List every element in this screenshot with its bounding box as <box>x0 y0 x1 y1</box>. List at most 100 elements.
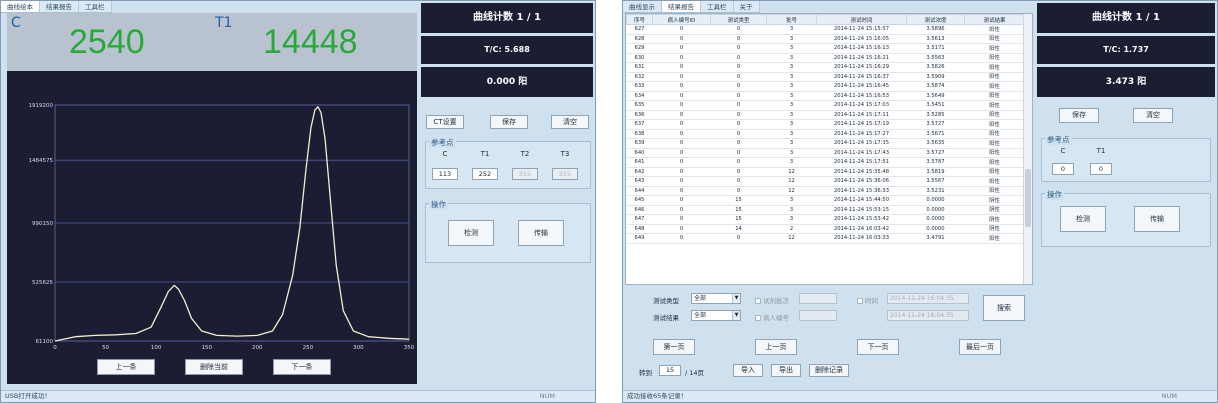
table-row[interactable]: 641 0 0 3 2014-11-24 15:17:51 3.5787 阳性 <box>626 157 1025 168</box>
table-row[interactable]: 635 0 0 3 2014-11-24 15:17:03 3.5451 阳性 <box>626 100 1025 111</box>
table-cell: 0 <box>652 157 711 168</box>
col-header[interactable]: 病人编号ID <box>652 14 711 25</box>
table-cell: 0 <box>652 72 711 82</box>
test-type-label: 测试类型 <box>653 297 679 305</box>
prev-record-button[interactable]: 上一条 <box>97 359 155 375</box>
test-type-select[interactable]: 全部 ▼ <box>691 293 741 304</box>
table-row[interactable]: 627 0 0 3 2014-11-24 15:15:57 3.5896 阳性 <box>626 24 1025 35</box>
table-row[interactable]: 631 0 0 3 2014-11-24 15:16:29 3.5826 阳性 <box>626 62 1025 73</box>
table-row[interactable]: 634 0 0 3 2014-11-24 15:16:53 3.5649 阳性 <box>626 91 1025 101</box>
vertical-scrollbar[interactable] <box>1023 14 1032 284</box>
page-input[interactable]: 15 <box>659 365 681 376</box>
table-cell: 0 <box>652 24 711 35</box>
table-row[interactable]: 636 0 0 3 2014-11-24 15:17:11 3.5285 阳性 <box>626 110 1025 120</box>
batch-checkbox[interactable]: 试剂批次 <box>755 295 789 305</box>
prev-page-button[interactable]: 上一页 <box>755 339 797 355</box>
table-cell: 12 <box>766 167 817 177</box>
transfer-button[interactable]: 传输 <box>518 220 564 246</box>
table-row[interactable]: 647 0 15 3 2014-11-24 15:53:42 0.0000 阴性 <box>626 214 1025 225</box>
table-cell: 2014-11-24 15:17:11 <box>816 110 907 120</box>
table-row[interactable]: 646 0 15 3 2014-11-24 15:53:15 0.0000 阴性 <box>626 205 1025 215</box>
table-cell: 3 <box>766 72 817 82</box>
last-page-button[interactable]: 最后一页 <box>959 339 1001 355</box>
save-button[interactable]: 保存 <box>490 115 528 129</box>
table-cell: 628 <box>626 34 653 44</box>
clear-button[interactable]: 清空 <box>551 115 589 129</box>
table-cell: 0 <box>710 110 767 120</box>
table-cell: 0 <box>710 81 767 92</box>
export-button[interactable]: 导出 <box>771 364 801 377</box>
x-tick-label: 250 <box>303 345 314 351</box>
delete-current-button[interactable]: 删除当前 <box>185 359 243 375</box>
table-row[interactable]: 628 0 0 3 2014-11-24 15:16:05 3.5613 阳性 <box>626 34 1025 44</box>
table-row[interactable]: 637 0 0 3 2014-11-24 15:17:19 3.5727 阳性 <box>626 119 1025 130</box>
status-text: 成功接收65条记录！ <box>627 392 688 400</box>
import-button[interactable]: 导入 <box>733 364 763 377</box>
tab-tools[interactable]: 工具栏 <box>79 1 112 12</box>
tab-report[interactable]: 结果报告 <box>662 1 701 12</box>
table-row[interactable]: 642 0 0 12 2014-11-24 15:35:48 3.5819 阳性 <box>626 167 1025 177</box>
curve-chart: 1919200 1484575 990150 525625 611000 50 100 150… <box>29 103 415 351</box>
table-cell: 0 <box>652 110 711 120</box>
table-row[interactable]: 632 0 0 3 2014-11-24 15:16:37 3.5909 阳性 <box>626 72 1025 82</box>
table-cell: 0 <box>652 91 711 101</box>
col-header[interactable]: 批号 <box>766 14 817 25</box>
table-cell: 647 <box>626 214 653 225</box>
table-row[interactable]: 629 0 0 3 2014-11-24 15:16:13 3.5171 阳性 <box>626 43 1025 54</box>
tab-tools[interactable]: 工具栏 <box>701 1 734 12</box>
detect-button[interactable]: 检测 <box>1060 206 1106 232</box>
col-header[interactable]: 测试类型 <box>710 14 767 25</box>
next-page-button[interactable]: 下一页 <box>857 339 899 355</box>
table-row[interactable]: 649 0 0 12 2014-11-24 16:03:33 3.4791 阳性 <box>626 233 1025 244</box>
table-cell: 12 <box>766 176 817 187</box>
tab-about[interactable]: 关于 <box>734 1 760 12</box>
table-cell: 3.5285 <box>906 110 965 120</box>
table-cell: 0 <box>710 34 767 44</box>
search-button[interactable]: 搜索 <box>983 295 1025 321</box>
table-cell: 0 <box>710 186 767 196</box>
ref-label-t3: T3 <box>560 150 570 158</box>
table-cell: 3.5171 <box>906 43 965 54</box>
table-row[interactable]: 645 0 15 3 2014-11-24 15:44:50 0.0000 阴性 <box>626 195 1025 206</box>
table-row[interactable]: 630 0 0 3 2014-11-24 15:16:21 3.5563 阳性 <box>626 53 1025 63</box>
tab-report[interactable]: 结果报告 <box>40 1 79 12</box>
table-cell: 641 <box>626 157 653 168</box>
table-row[interactable]: 648 0 14 2 2014-11-24 16:03:42 0.0000 阴性 <box>626 224 1025 234</box>
ref-input-t2: 315 <box>512 168 538 180</box>
delete-records-button[interactable]: 删除记录 <box>809 364 849 377</box>
scrollbar-thumb[interactable] <box>1025 169 1031 227</box>
table-cell: 0 <box>652 43 711 54</box>
table-cell: 637 <box>626 119 653 130</box>
table-row[interactable]: 640 0 0 3 2014-11-24 15:17:43 3.5727 阳性 <box>626 148 1025 158</box>
table-row[interactable]: 633 0 0 3 2014-11-24 15:16:45 3.5874 阳性 <box>626 81 1025 92</box>
ref-input-c[interactable]: 0 <box>1052 163 1074 175</box>
tab-curve[interactable]: 曲线绘本 <box>1 1 40 12</box>
table-row[interactable]: 639 0 0 3 2014-11-24 15:17:35 3.5635 阳性 <box>626 138 1025 149</box>
save-button[interactable]: 保存 <box>1059 108 1099 123</box>
detect-button[interactable]: 检测 <box>448 220 494 246</box>
table-cell: 0 <box>710 119 767 130</box>
col-header[interactable]: 测试时间 <box>816 14 907 25</box>
tab-curve[interactable]: 曲线显示 <box>623 1 662 12</box>
table-row[interactable]: 644 0 0 12 2014-11-24 15:36:33 3.5231 阳性 <box>626 186 1025 196</box>
table-row[interactable]: 638 0 0 3 2014-11-24 15:17:27 3.5671 阳性 <box>626 129 1025 139</box>
ref-input-t1[interactable]: 0 <box>1090 163 1112 175</box>
x-tick-label: 150 <box>201 345 212 351</box>
col-header[interactable]: 序号 <box>626 14 653 25</box>
table-cell: 14 <box>710 224 767 234</box>
time-checkbox[interactable]: 时间 <box>857 295 878 305</box>
table-row[interactable]: 643 0 0 12 2014-11-24 15:36:06 3.5567 阳性 <box>626 176 1025 187</box>
patient-checkbox[interactable]: 病人编号 <box>755 312 789 322</box>
col-header[interactable]: 测试结果 <box>964 14 1025 25</box>
col-header[interactable]: 测试浓度 <box>906 14 965 25</box>
ref-input-t1[interactable]: 252 <box>472 168 498 180</box>
next-record-button[interactable]: 下一条 <box>273 359 331 375</box>
table-cell: 2014-11-24 15:16:37 <box>816 72 907 82</box>
ct-settings-button[interactable]: CT设置 <box>426 115 464 129</box>
clear-button[interactable]: 清空 <box>1133 108 1173 123</box>
transfer-button[interactable]: 传输 <box>1134 206 1180 232</box>
first-page-button[interactable]: 第一页 <box>653 339 695 355</box>
ref-input-c[interactable]: 113 <box>432 168 458 180</box>
test-result-select[interactable]: 全部 ▼ <box>691 310 741 321</box>
table-cell: 642 <box>626 167 653 177</box>
